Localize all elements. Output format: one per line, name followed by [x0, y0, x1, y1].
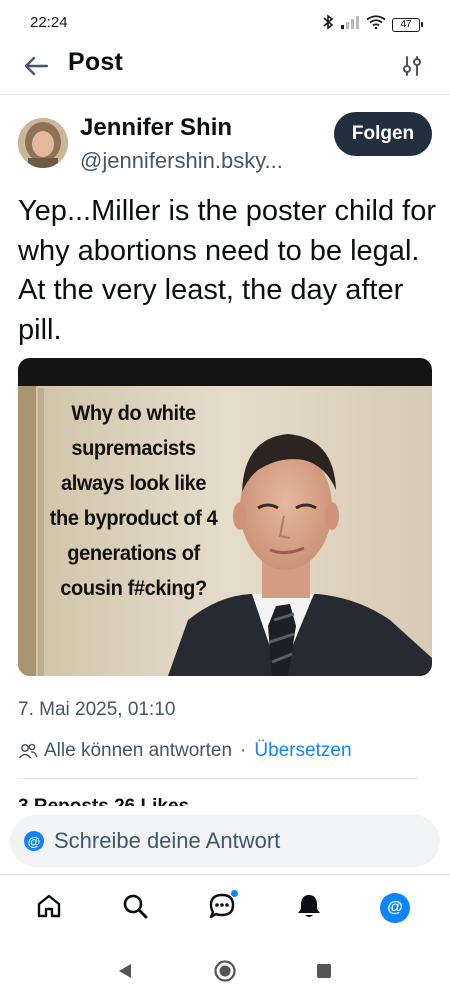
people-icon: [18, 741, 38, 761]
arrow-left-icon: [23, 55, 49, 82]
circle-home-icon: [213, 959, 237, 988]
header: Post: [0, 44, 450, 94]
author-handle[interactable]: @jennifershin.bsky...: [80, 148, 283, 174]
tabbar-divider: [0, 874, 450, 875]
status-bar: 22:24 47: [0, 0, 450, 44]
signal-icon: [340, 15, 360, 34]
post-timestamp: 7. Mai 2025, 01:10: [18, 699, 176, 720]
author-name[interactable]: Jennifer Shin: [80, 114, 232, 142]
sliders-icon: [401, 55, 423, 82]
thread-settings-button[interactable]: [396, 52, 428, 84]
square-recents-icon: [315, 962, 333, 985]
home-icon: [35, 892, 63, 925]
tab-notifications[interactable]: [289, 888, 329, 928]
post-image[interactable]: Why do white supremacists always look li…: [18, 358, 432, 676]
tab-search[interactable]: [115, 888, 155, 928]
meme-caption: Why do white supremacists always look li…: [49, 401, 218, 600]
tab-home[interactable]: [29, 888, 69, 928]
search-icon: [121, 892, 149, 925]
reply-settings-row: Alle können antworten · Übersetzen: [18, 738, 352, 764]
nav-back-button[interactable]: [112, 960, 138, 986]
triangle-back-icon: [116, 962, 134, 985]
system-nav-bar: [0, 946, 450, 1000]
reply-permission-label: Alle können antworten: [44, 740, 233, 761]
bluetooth-icon: [322, 14, 334, 35]
profile-icon: @: [380, 893, 410, 923]
tab-profile[interactable]: @: [375, 888, 415, 928]
translate-link[interactable]: Übersetzen: [254, 740, 351, 762]
bottom-tab-bar: @: [0, 876, 450, 946]
post-text: Yep...Miller is the poster child for why…: [18, 195, 437, 346]
reply-composer[interactable]: @ Schreibe deine Antwort: [10, 815, 440, 867]
wifi-icon: [366, 15, 386, 34]
status-time: 22:24: [30, 14, 68, 31]
author-row: Jennifer Shin @jennifershin.bsky... Folg…: [18, 112, 432, 182]
chat-unread-badge: [230, 889, 239, 898]
back-button[interactable]: [20, 52, 52, 84]
separator-dot: ·: [240, 740, 247, 761]
follow-button[interactable]: Folgen: [334, 112, 432, 156]
meta-divider: [18, 778, 418, 779]
battery-icon: 47: [392, 17, 423, 32]
bell-icon: [295, 892, 323, 925]
nav-recents-button[interactable]: [311, 960, 337, 986]
nav-home-button[interactable]: [212, 959, 238, 988]
page-title: Post: [68, 48, 123, 76]
header-divider: [0, 94, 450, 95]
status-icons: 47: [322, 14, 423, 35]
avatar[interactable]: [18, 118, 68, 168]
composer-placeholder: Schreibe deine Antwort: [54, 828, 281, 853]
tab-chat[interactable]: [202, 888, 242, 928]
composer-avatar: @: [24, 831, 44, 851]
